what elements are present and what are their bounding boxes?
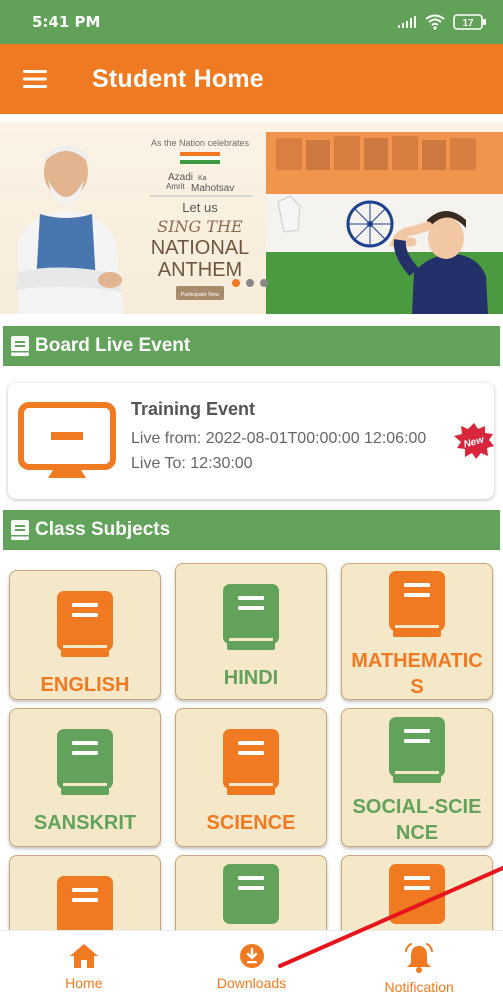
nav-label: Notification xyxy=(384,979,454,995)
subject-label: SOCIAL-SCIENCE xyxy=(352,796,482,844)
book-icon xyxy=(223,864,279,935)
nav-home[interactable]: Home xyxy=(0,931,168,1001)
status-time: 5:41 PM xyxy=(32,13,101,31)
signal-icon xyxy=(398,16,416,28)
status-bar: 5:41 PM 17 xyxy=(0,0,503,44)
status-icons: 17 xyxy=(397,14,487,30)
battery-level: 17 xyxy=(462,18,474,29)
document-icon xyxy=(11,520,29,540)
svg-text:As the Nation celebrates: As the Nation celebrates xyxy=(151,138,250,148)
wifi-icon xyxy=(425,14,445,30)
book-icon xyxy=(57,729,113,800)
tv-icon xyxy=(18,402,116,485)
bottom-navigation: Home Downloads Notification xyxy=(0,930,503,1001)
svg-text:ANTHEM: ANTHEM xyxy=(158,259,242,281)
hamburger-icon xyxy=(23,70,47,88)
board-live-event-header: Board Live Event xyxy=(3,326,500,366)
subject-card-mathematics[interactable]: MATHEMATICS xyxy=(341,563,493,700)
carousel-dot-active[interactable] xyxy=(232,279,240,287)
book-icon xyxy=(223,729,279,800)
subject-card-science[interactable]: SCIENCE xyxy=(175,708,327,847)
svg-text:Participate Now: Participate Now xyxy=(181,292,220,298)
book-icon xyxy=(389,717,445,788)
event-card[interactable]: Training Event Live from: 2022-08-01T00:… xyxy=(8,383,494,499)
subject-label: SANSKRIT xyxy=(33,812,137,834)
subject-card-sanskrit[interactable]: SANSKRIT xyxy=(9,708,161,847)
battery-icon: 17 xyxy=(453,14,486,30)
event-title: Training Event xyxy=(131,399,256,419)
subject-label: ENGLISH xyxy=(40,674,130,696)
book-icon xyxy=(389,864,445,935)
nav-notification[interactable]: Notification xyxy=(335,931,503,1001)
event-live-to: Live To: 12:30:00 xyxy=(131,455,253,472)
carousel-dot[interactable] xyxy=(246,279,254,287)
subject-card-social-science[interactable]: SOCIAL-SCIENCE xyxy=(341,708,493,847)
book-icon xyxy=(223,584,279,655)
bell-icon xyxy=(405,943,434,973)
page-title: Student Home xyxy=(92,64,264,93)
svg-text:Ka: Ka xyxy=(198,175,207,182)
download-icon xyxy=(239,944,264,968)
carousel-dot[interactable] xyxy=(260,279,268,287)
nav-label: Downloads xyxy=(216,975,287,991)
app-bar: Student Home xyxy=(0,44,503,114)
class-subjects-header: Class Subjects xyxy=(3,510,500,550)
carousel-indicator xyxy=(232,279,268,287)
menu-button[interactable] xyxy=(0,44,70,114)
event-live-from: Live from: 2022-08-01T00:00:00 12:06:00 xyxy=(131,430,427,447)
document-icon xyxy=(11,336,29,356)
section-title: Board Live Event xyxy=(35,335,191,356)
subject-label: SCIENCE xyxy=(206,812,296,834)
section-title: Class Subjects xyxy=(35,519,171,540)
svg-text:Let us: Let us xyxy=(182,200,218,215)
subject-label: HINDI xyxy=(223,667,279,689)
nav-downloads[interactable]: Downloads xyxy=(168,931,336,1001)
book-icon xyxy=(389,571,445,642)
subject-label: MATHEMATICS xyxy=(351,650,483,698)
home-icon xyxy=(69,944,98,968)
book-icon xyxy=(57,591,113,662)
svg-text:NATIONAL: NATIONAL xyxy=(151,237,250,259)
new-badge: New xyxy=(454,423,494,464)
subject-card-english[interactable]: ENGLISH xyxy=(9,570,161,700)
nav-label: Home xyxy=(65,975,103,991)
subject-card-hindi[interactable]: HINDI xyxy=(175,563,327,700)
svg-text:SING THE: SING THE xyxy=(157,217,243,236)
svg-text:Amrit: Amrit xyxy=(166,182,185,191)
svg-text:Mahotsav: Mahotsav xyxy=(191,183,234,194)
